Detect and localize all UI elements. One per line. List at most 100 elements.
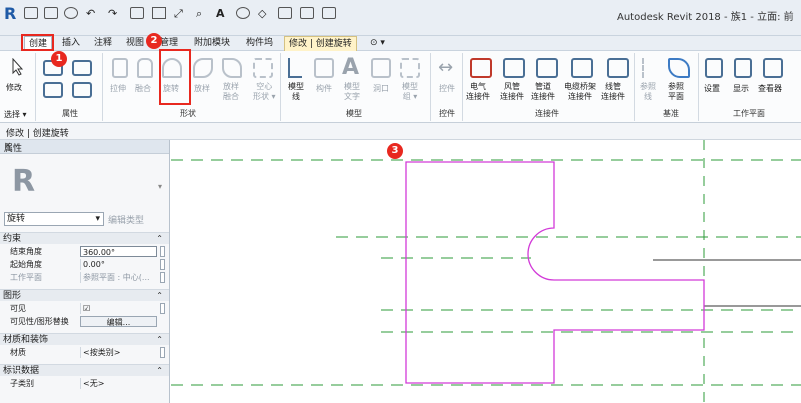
collapse-icon[interactable]: ⌃ (156, 334, 163, 346)
duct-connector-button[interactable]: 风管 连接件 (500, 82, 524, 102)
chevron-down-icon[interactable]: ▾ (158, 182, 162, 191)
family-category-icon[interactable] (43, 82, 63, 98)
close-hidden-icon[interactable] (300, 7, 314, 19)
tab-insert[interactable]: 插入 (58, 36, 84, 51)
type-properties-icon[interactable] (72, 82, 92, 98)
blend-button[interactable]: 融合 (135, 84, 151, 94)
switch-windows-icon[interactable] (322, 7, 336, 19)
callout-2: 2 (146, 33, 162, 49)
conduit-connector-icon[interactable] (607, 58, 629, 78)
cable-tray-connector-button[interactable]: 电缆桥架 连接件 (564, 82, 596, 102)
pipe-connector-icon[interactable] (536, 58, 558, 78)
collapse-icon[interactable]: ⌃ (156, 233, 163, 245)
extrusion-icon[interactable] (112, 58, 128, 78)
sweep-button[interactable]: 放样 (194, 84, 210, 94)
edit-visibility-button[interactable]: 编辑... (80, 316, 157, 327)
electrical-connector-icon[interactable] (470, 58, 492, 78)
collapse-icon[interactable]: ⌃ (156, 365, 163, 377)
tab-add-ins[interactable]: 附加模块 (190, 36, 234, 51)
model-group-icon[interactable] (400, 58, 420, 78)
blend-icon[interactable] (137, 58, 153, 78)
drawing-canvas[interactable] (171, 140, 801, 403)
text-icon[interactable]: A (216, 7, 230, 20)
tag-icon[interactable]: ⌕ (196, 7, 210, 20)
type-selector[interactable]: 旋转 (4, 212, 104, 226)
component-icon[interactable] (314, 58, 334, 78)
scrollbar[interactable] (160, 259, 165, 270)
property-row: 子类别 <无> (0, 378, 169, 389)
void-forms-button[interactable]: 空心 形状 ▾ (253, 82, 276, 102)
reference-plane-icon[interactable] (668, 58, 690, 78)
visible-checkbox[interactable]: ☑ (80, 303, 157, 314)
sweep-icon[interactable] (193, 58, 213, 78)
save-icon[interactable] (44, 7, 58, 19)
swept-blend-button[interactable]: 放样 融合 (223, 82, 239, 102)
measure-icon[interactable] (152, 7, 166, 19)
duct-connector-icon[interactable] (503, 58, 525, 78)
properties-panel-label: 属性 (62, 109, 78, 118)
collapse-icon[interactable]: ⌃ (156, 290, 163, 302)
section-identity-data[interactable]: 标识数据 ⌃ (0, 364, 169, 376)
viewer-icon[interactable] (763, 58, 783, 78)
revolve-boundary-sketch[interactable] (405, 161, 705, 384)
extrusion-button[interactable]: 拉伸 (110, 84, 126, 94)
opening-icon[interactable] (371, 58, 391, 78)
reference-line-button[interactable]: 参照 线 (640, 82, 656, 102)
scrollbar[interactable] (160, 246, 165, 257)
close-icon[interactable]: × (4, 141, 163, 151)
3d-view-icon[interactable] (236, 7, 250, 19)
print-icon[interactable] (130, 7, 144, 19)
material-field[interactable]: <按类别> (80, 347, 157, 358)
tab-view[interactable]: 视图 (122, 36, 148, 51)
model-group-button[interactable]: 模型 组 ▾ (402, 82, 418, 102)
redo-icon[interactable]: ↷ (108, 7, 122, 20)
sync-icon[interactable] (64, 7, 78, 19)
viewer-button[interactable]: 查看器 (758, 84, 782, 94)
reference-plane-button[interactable]: 参照 平面 (668, 82, 684, 102)
show-workplane-button[interactable]: 显示 (733, 84, 749, 94)
component-button[interactable]: 构件 (316, 84, 332, 94)
section-icon[interactable]: ◇ (258, 7, 272, 20)
set-workplane-button[interactable]: 设置 (704, 84, 720, 94)
tab-extra-dropdown[interactable]: ⊙ ▾ (366, 36, 389, 51)
revit-logo[interactable]: R (4, 4, 16, 23)
model-text-icon[interactable]: A (342, 56, 359, 80)
family-types-icon[interactable] (72, 60, 92, 76)
set-workplane-icon[interactable] (705, 58, 723, 78)
undo-icon[interactable]: ↶ (86, 7, 100, 20)
show-workplane-icon[interactable] (734, 58, 752, 78)
open-icon[interactable] (24, 7, 38, 19)
swept-blend-icon[interactable] (222, 58, 242, 78)
tab-component-dock[interactable]: 构件坞 (242, 36, 277, 51)
cable-tray-connector-icon[interactable] (571, 58, 593, 78)
end-angle-field[interactable]: 360.00° (80, 246, 157, 257)
tab-modify-create-revolve[interactable]: 修改 | 创建旋转 (284, 36, 357, 51)
scrollbar[interactable] (160, 303, 165, 314)
opening-button[interactable]: 洞口 (373, 84, 389, 94)
void-forms-icon[interactable] (253, 58, 273, 78)
electrical-connector-button[interactable]: 电气 连接件 (466, 82, 490, 102)
scrollbar[interactable] (160, 272, 165, 283)
section-constraints[interactable]: 约束 ⌃ (0, 232, 169, 244)
highlight-revolve-button (159, 49, 191, 105)
section-graphics[interactable]: 图形 ⌃ (0, 289, 169, 301)
model-line-icon[interactable] (288, 58, 302, 78)
pipe-connector-button[interactable]: 管道 连接件 (531, 82, 555, 102)
start-angle-field[interactable]: 0.00° (80, 259, 157, 270)
scrollbar[interactable] (160, 347, 165, 358)
select-dropdown[interactable]: 选择 ▾ (4, 110, 27, 120)
conduit-connector-button[interactable]: 线管 连接件 (601, 82, 625, 102)
tab-annotate[interactable]: 注释 (90, 36, 116, 51)
subcategory-field[interactable]: <无> (80, 378, 157, 389)
control-icon[interactable]: ↔ (438, 56, 453, 80)
edit-type-button[interactable]: 编辑类型 (108, 213, 144, 226)
window-title: Autodesk Revit 2018 - 族1 - 立面: 前 (617, 12, 794, 23)
model-line-button[interactable]: 模型 线 (288, 82, 304, 102)
modify-button[interactable]: 修改 (6, 83, 22, 93)
control-button[interactable]: 控件 (439, 84, 455, 94)
reference-line-icon[interactable] (642, 58, 658, 78)
section-materials[interactable]: 材质和装饰 ⌃ (0, 333, 169, 345)
thin-lines-icon[interactable] (278, 7, 292, 19)
aligned-dimension-icon[interactable]: ⤢ (174, 7, 188, 20)
model-text-button[interactable]: 模型 文字 (344, 82, 360, 102)
